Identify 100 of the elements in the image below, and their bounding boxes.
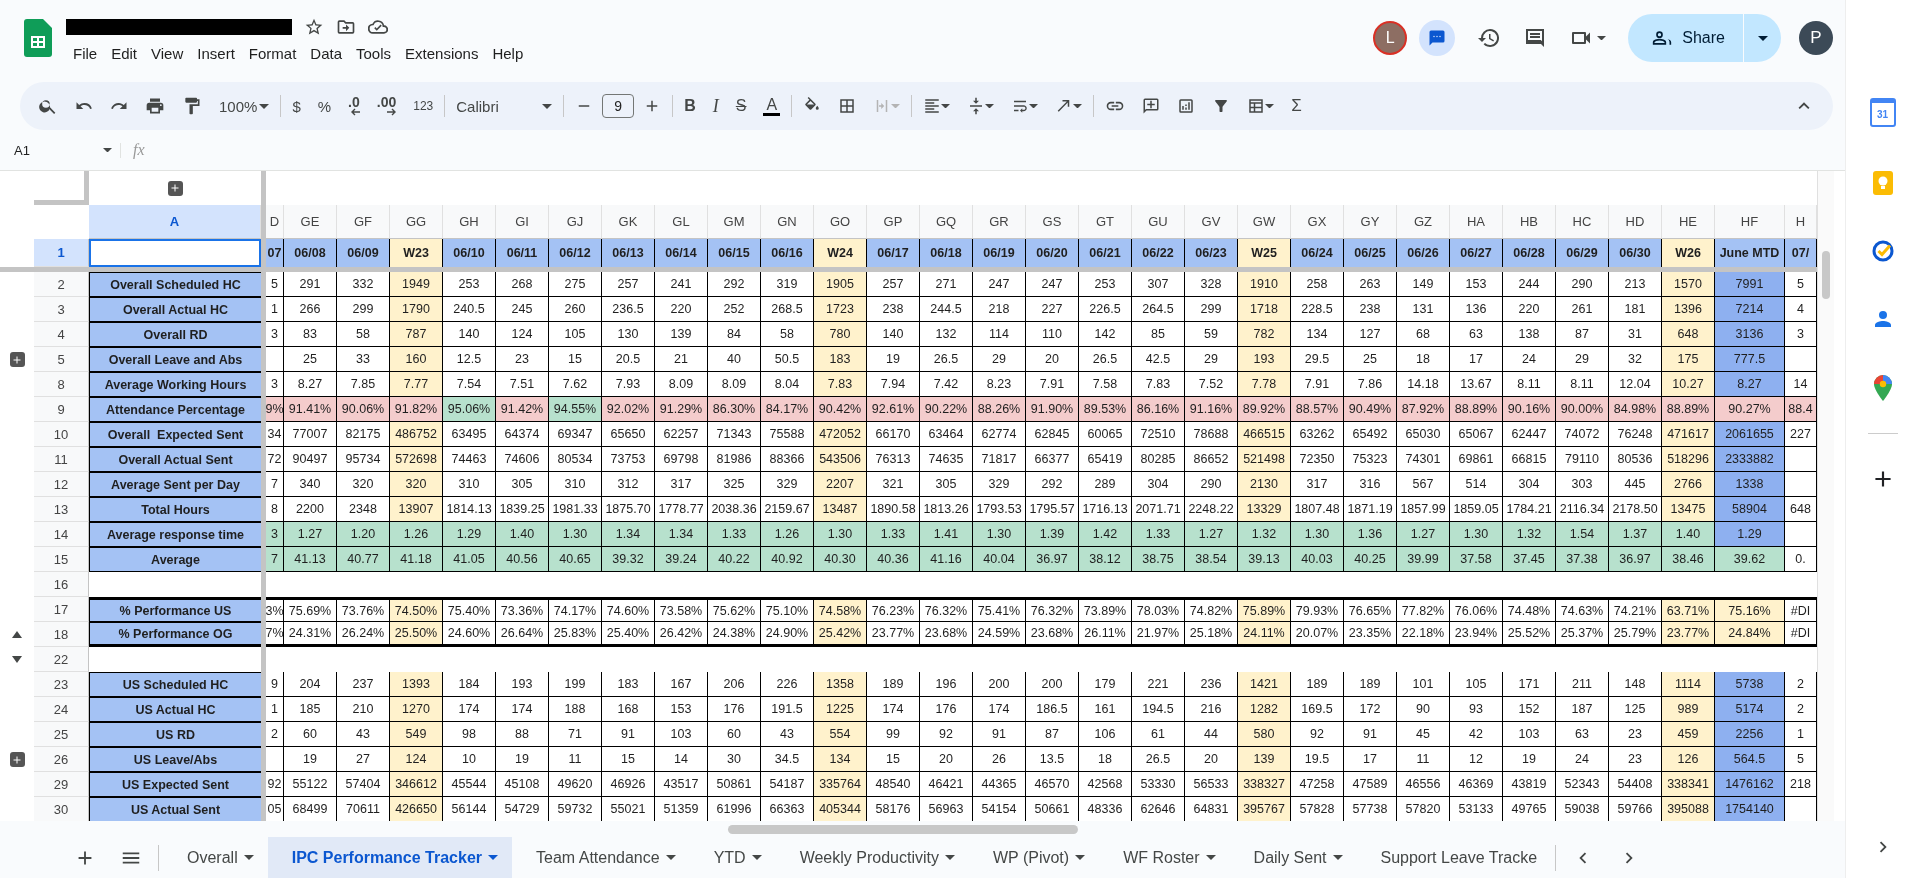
sheet-tab[interactable]: Daily Sent — [1229, 837, 1357, 878]
menu-item[interactable]: Help — [485, 42, 531, 64]
horizontal-align-button[interactable] — [923, 97, 951, 115]
column-header[interactable]: GH — [443, 205, 496, 239]
task-check-icon[interactable] — [1870, 239, 1895, 263]
sheet-tab[interactable]: Overall — [163, 837, 268, 878]
column-header[interactable]: HD — [1609, 205, 1662, 239]
row-header[interactable]: 24 — [34, 697, 89, 722]
menu-item[interactable]: Tools — [349, 42, 399, 64]
column-header[interactable]: GL — [655, 205, 708, 239]
expand-rows-button[interactable] — [9, 752, 25, 767]
row-header[interactable]: 18 — [34, 622, 89, 647]
column-header[interactable]: GZ — [1397, 205, 1450, 239]
comment-plus-icon[interactable] — [1142, 97, 1161, 115]
row-header[interactable]: 10 — [34, 422, 89, 447]
expand-group-button[interactable] — [167, 180, 183, 196]
column-header[interactable]: GY — [1344, 205, 1397, 239]
row-header[interactable]: 11 — [34, 447, 89, 472]
menu-item[interactable]: Data — [303, 42, 349, 64]
horizontal-scrollbar[interactable] — [728, 824, 1078, 834]
expand-rows-button[interactable] — [9, 352, 25, 367]
column-header[interactable]: GG — [390, 205, 443, 239]
row-header[interactable]: 16 — [34, 572, 89, 597]
row-header[interactable]: 5 — [34, 347, 89, 372]
column-header[interactable]: HE — [1662, 205, 1715, 239]
row-header[interactable]: 15 — [34, 547, 89, 572]
column-header[interactable]: GQ — [920, 205, 973, 239]
currency-button[interactable]: $ — [292, 97, 301, 115]
spreadsheet-icon[interactable] — [24, 19, 52, 57]
row-header[interactable]: 26 — [34, 747, 89, 772]
collaborator-avatar[interactable]: L — [1373, 21, 1408, 55]
share-button[interactable]: Share — [1628, 14, 1743, 62]
row-header[interactable]: 1 — [34, 239, 89, 267]
column-header[interactable]: GF — [337, 205, 390, 239]
sheet-tab[interactable]: Team Attendance — [512, 837, 690, 878]
column-header[interactable]: GI — [496, 205, 549, 239]
column-header[interactable]: D — [266, 205, 284, 239]
percent-button[interactable]: % — [317, 97, 332, 115]
column-header[interactable]: GR — [973, 205, 1026, 239]
sheet-tab[interactable]: WP (Pivot) — [968, 837, 1100, 878]
column-header[interactable]: GK — [602, 205, 655, 239]
menu-item[interactable]: View — [144, 42, 191, 64]
functions-button[interactable]: Σ — [1291, 96, 1302, 116]
sheet-tab[interactable]: Support Leave Tracke — [1356, 837, 1552, 878]
column-header[interactable]: GX — [1291, 205, 1344, 239]
number-format-button[interactable]: 123 — [413, 99, 434, 113]
font-size-field[interactable]: 9 — [602, 94, 635, 118]
decrease-decimals-button[interactable]: .0 — [348, 96, 360, 116]
sheet-tab[interactable]: Weekly Productivity — [775, 837, 969, 878]
column-header[interactable]: GT — [1079, 205, 1132, 239]
menu-item[interactable]: File — [66, 42, 105, 64]
printer-icon[interactable] — [145, 96, 165, 116]
menu-item[interactable]: Insert — [190, 42, 242, 64]
chat-button[interactable] — [1419, 20, 1456, 56]
column-header[interactable]: HF — [1715, 205, 1785, 239]
font-dropdown[interactable]: Calibri — [456, 97, 553, 115]
row-header[interactable]: 12 — [34, 472, 89, 497]
column-header[interactable]: GO — [814, 205, 867, 239]
selected-cell[interactable] — [89, 239, 261, 267]
column-header[interactable]: GW — [1238, 205, 1291, 239]
column-header[interactable]: GS — [1026, 205, 1079, 239]
row-header[interactable]: 17 — [34, 597, 89, 622]
column-header[interactable]: GP — [867, 205, 920, 239]
text-color-button[interactable]: A — [763, 96, 781, 116]
name-box[interactable]: A1 — [14, 142, 121, 158]
italic-button[interactable]: I — [712, 95, 719, 117]
strikethrough-button[interactable]: S — [735, 97, 747, 115]
row-header[interactable]: 30 — [34, 797, 89, 821]
row-header[interactable]: 2 — [34, 272, 89, 297]
paint-roller-icon[interactable] — [182, 96, 202, 116]
row-header[interactable]: 13 — [34, 497, 89, 522]
column-header[interactable]: HC — [1556, 205, 1609, 239]
column-header[interactable]: H — [1785, 205, 1817, 239]
triangle-down-icon[interactable] — [12, 656, 22, 663]
row-header[interactable]: 9 — [34, 397, 89, 422]
sheet-tab[interactable]: IPC Performance Tracker — [267, 837, 512, 878]
vertical-align-button[interactable] — [967, 97, 995, 115]
column-header[interactable]: HA — [1450, 205, 1503, 239]
map-pin-icon[interactable] — [1872, 375, 1893, 401]
column-header[interactable]: HB — [1503, 205, 1556, 239]
column-header[interactable]: A — [89, 205, 261, 239]
user-avatar[interactable]: P — [1799, 21, 1833, 55]
menu-item[interactable]: Format — [241, 42, 304, 64]
bold-button[interactable]: B — [684, 97, 696, 115]
row-header[interactable]: 25 — [34, 722, 89, 747]
table-button[interactable] — [1247, 97, 1275, 115]
row-header[interactable]: 3 — [34, 297, 89, 322]
column-header[interactable]: GE — [284, 205, 337, 239]
column-header[interactable]: GN — [761, 205, 814, 239]
column-header[interactable]: GV — [1185, 205, 1238, 239]
row-header[interactable]: 22 — [34, 647, 89, 672]
vertical-scrollbar[interactable] — [1817, 171, 1834, 821]
column-header[interactable]: GM — [708, 205, 761, 239]
history-icon[interactable] — [1477, 26, 1502, 50]
row-header[interactable]: 23 — [34, 672, 89, 697]
row-header[interactable]: 14 — [34, 522, 89, 547]
increase-decimals-button[interactable]: .00 — [376, 96, 397, 116]
borders-icon[interactable] — [838, 97, 857, 115]
row-header[interactable]: 4 — [34, 322, 89, 347]
menu-item[interactable]: Edit — [104, 42, 145, 64]
